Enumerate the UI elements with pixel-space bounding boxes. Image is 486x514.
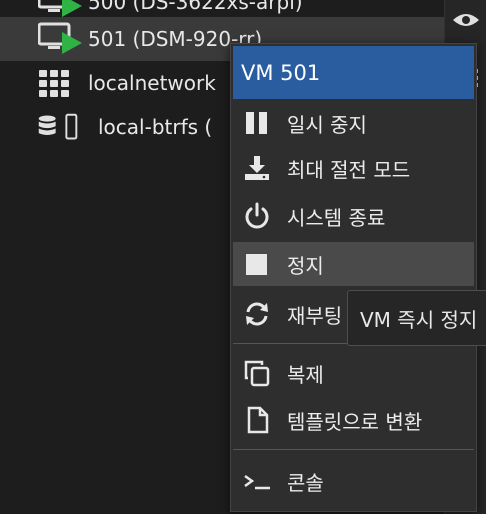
storage-database-icon (38, 113, 78, 140)
menu-item-label: 시스템 종료 (287, 205, 386, 230)
menu-item-hibernate[interactable]: 최대 절전 모드 (233, 146, 474, 190)
menu-item-label: 재부팅 (287, 303, 343, 328)
stop-icon (246, 254, 267, 275)
menu-item-console[interactable]: 콘솔 (233, 459, 474, 503)
clone-icon (244, 360, 270, 387)
menu-item-label: 콘솔 (287, 470, 324, 495)
menu-item-stop[interactable]: 정지 (233, 242, 474, 286)
tree-item-label: 500 (DS-3622xs-arpl) (88, 0, 303, 14)
menu-item-convert-template[interactable]: 템플릿으로 변환 (233, 398, 474, 442)
pause-icon (246, 112, 267, 134)
menu-item-label: 최대 절전 모드 (287, 157, 411, 182)
menu-separator (233, 449, 474, 450)
menu-item-pause[interactable]: 일시 중지 (233, 101, 474, 145)
eye-icon[interactable] (451, 8, 481, 32)
menu-item-shutdown[interactable]: 시스템 종료 (233, 194, 474, 238)
menu-item-label: 정지 (287, 253, 324, 278)
menu-title: VM 501 (241, 60, 321, 85)
menu-item-label: 일시 중지 (287, 112, 367, 137)
menu-title-bar: VM 501 (233, 46, 474, 99)
vm-running-icon (38, 22, 82, 54)
tree-item-label: local-btrfs ( (98, 115, 213, 139)
tooltip-text: VM 즉시 정지 (360, 307, 478, 332)
download-icon (245, 156, 269, 180)
menu-item-label: 템플릿으로 변환 (287, 409, 423, 434)
menu-item-clone[interactable]: 복제 (233, 351, 474, 395)
power-icon (245, 202, 269, 229)
stop-tooltip: VM 즉시 정지 (347, 290, 486, 346)
tree-item-label: localnetwork (88, 71, 216, 95)
terminal-icon (244, 474, 270, 490)
vm-context-menu: VM 501 일시 중지 최대 절전 모드 시스템 종료 정지 재부팅 복제 템… (230, 43, 477, 512)
refresh-icon (246, 302, 268, 326)
network-grid-icon (39, 70, 69, 97)
menu-item-label: 복제 (287, 362, 324, 387)
file-icon (247, 406, 269, 434)
